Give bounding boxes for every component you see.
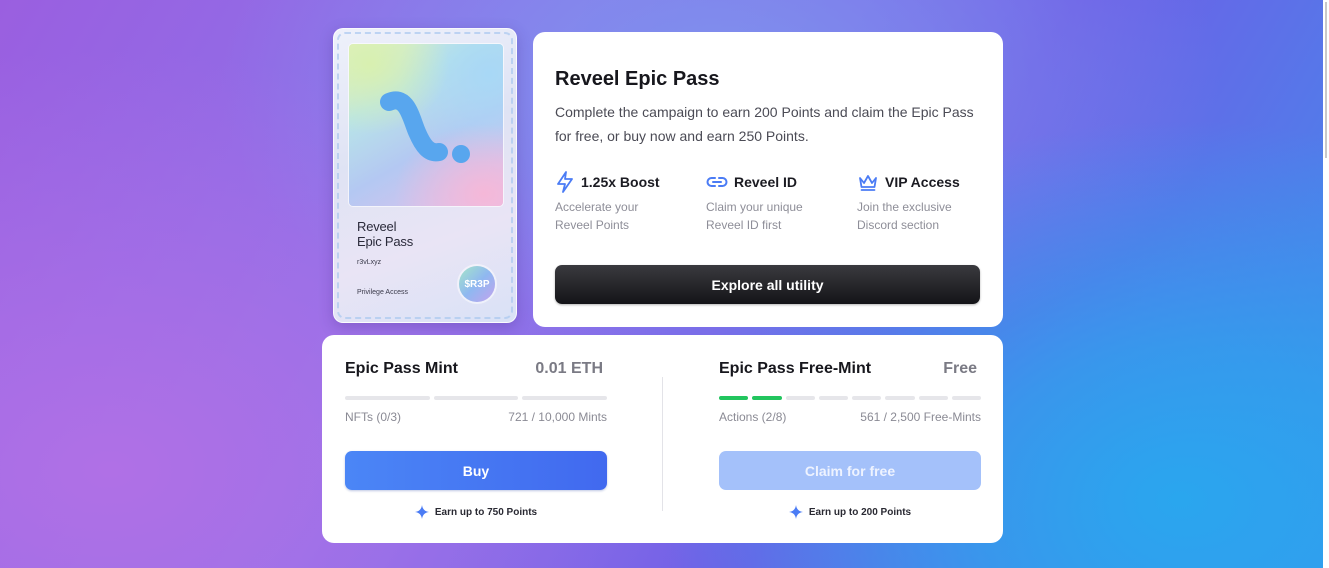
nft-pass-card: Reveel Epic Pass r3vLxyz Privilege Acces… [333, 28, 517, 323]
actions-count: Actions (2/8) [719, 410, 787, 424]
mint-supply: 721 / 10,000 Mints [508, 410, 607, 424]
earn-points-note: Earn up to 200 Points [719, 505, 981, 519]
progress-segment [522, 396, 608, 400]
buy-button[interactable]: Buy [345, 451, 607, 490]
earn-points-label: Earn up to 750 Points [434, 506, 538, 518]
mint-options-card: Epic Pass Mint 0.01 ETH NFTs (0/3) 721 /… [322, 335, 1003, 543]
explore-utility-button[interactable]: Explore all utility [555, 265, 980, 304]
nft-access-label: Privilege Access [357, 289, 408, 296]
sparkle-icon [788, 505, 803, 519]
paid-mint-section: Epic Pass Mint 0.01 ETH NFTs (0/3) 721 /… [345, 335, 608, 543]
free-mint-section: Epic Pass Free-Mint Free Actions (2/8) 5… [719, 335, 981, 543]
progress-segment [433, 396, 519, 400]
feature-reveel-id: Reveel ID Claim your unique Reveel ID fi… [706, 172, 856, 234]
nft-name-line1: Reveel [357, 219, 397, 234]
free-mint-supply: 561 / 2,500 Free-Mints [860, 410, 981, 424]
earn-points-note: Earn up to 750 Points [345, 505, 607, 519]
earn-points-label: Earn up to 200 Points [808, 506, 912, 518]
feature-title: Reveel ID [734, 174, 798, 190]
pass-info-card: Reveel Epic Pass Complete the campaign t… [533, 32, 1003, 327]
actions-progress [719, 396, 981, 400]
pass-description: Complete the campaign to earn 200 Points… [555, 104, 974, 144]
progress-segment [885, 396, 915, 400]
free-mint-title: Epic Pass Free-Mint [719, 360, 872, 377]
progress-segment [719, 396, 749, 400]
crown-icon [859, 175, 877, 191]
sparkle-icon [414, 505, 429, 519]
mint-price: 0.01 ETH [535, 360, 603, 377]
lightning-icon [557, 171, 573, 193]
link-icon [706, 177, 728, 187]
feature-title: VIP Access [885, 174, 960, 190]
progress-segment [918, 396, 948, 400]
feature-boost: 1.25x Boost Accelerate your Reveel Point… [555, 171, 705, 234]
progress-segment [345, 396, 430, 400]
scrollbar-thumb[interactable] [1325, 2, 1327, 158]
progress-segment [752, 396, 782, 400]
progress-segment [818, 396, 848, 400]
token-badge: $R3P [459, 266, 495, 302]
reveel-logo-icon [380, 91, 470, 163]
page-scrollbar[interactable] [1323, 0, 1329, 568]
feature-desc: Claim your unique Reveel ID first [706, 200, 803, 232]
pass-title: Reveel Epic Pass [555, 68, 720, 90]
progress-segment [852, 396, 882, 400]
section-divider [662, 377, 663, 511]
mint-progress [345, 396, 608, 400]
feature-desc: Accelerate your Reveel Points [555, 200, 639, 232]
progress-segment [785, 396, 815, 400]
nft-count: NFTs (0/3) [345, 410, 402, 424]
free-mint-price: Free [943, 360, 977, 377]
claim-free-button[interactable]: Claim for free [719, 451, 981, 490]
feature-title: 1.25x Boost [581, 174, 660, 190]
nft-name: Reveel Epic Pass [357, 219, 413, 249]
nft-artwork [349, 44, 503, 206]
progress-segment [951, 396, 981, 400]
mint-title: Epic Pass Mint [345, 360, 458, 377]
feature-vip: VIP Access Join the exclusive Discord se… [857, 172, 1007, 234]
feature-desc: Join the exclusive Discord section [857, 200, 952, 232]
nft-name-line2: Epic Pass [357, 234, 414, 249]
nft-handle: r3vLxyz [357, 259, 382, 266]
